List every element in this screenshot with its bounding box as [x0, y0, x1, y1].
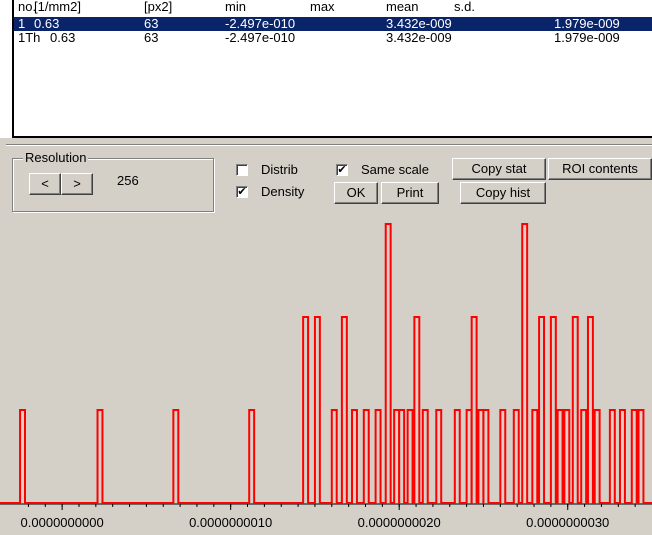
ok-button[interactable]: OK — [334, 182, 378, 204]
resolution-value: 256 — [117, 173, 139, 188]
stats-table[interactable]: no. [1/mm2] [px2] min max mean s.d. 1 0.… — [12, 0, 652, 138]
roi-contents-button[interactable]: ROI contents — [548, 158, 652, 180]
row-px2: 63 — [144, 30, 159, 45]
col-header-max: max — [310, 0, 335, 14]
x-tick-label: 0.0000000010 — [189, 515, 272, 530]
row-mean: 3.432e-009 — [386, 16, 452, 31]
controls-panel: Resolution < > 256 Distrib ✔ Density ✔ S… — [0, 138, 652, 218]
table-row[interactable]: 1Th 0.63 63 -2.497e-010 3.432e-009 1.979… — [14, 31, 652, 45]
row-px2: 63 — [144, 16, 159, 31]
x-tick-label: 0.0000000020 — [358, 515, 441, 530]
col-header-sd: s.d. — [454, 0, 475, 14]
col-header-px2: [px2] — [144, 0, 173, 14]
row-min: -2.497e-010 — [225, 16, 296, 31]
row-sd: 1.979e-009 — [554, 30, 620, 45]
resolution-next-button[interactable]: > — [61, 173, 93, 195]
copy-stat-button[interactable]: Copy stat — [452, 158, 546, 180]
x-axis-ticks: 0.0000000000 0.0000000010 0.0000000020 0.00… — [21, 504, 636, 530]
resolution-prev-button[interactable]: < — [29, 173, 61, 195]
resolution-group-title: Resolution — [23, 150, 89, 165]
copy-hist-button[interactable]: Copy hist — [460, 182, 546, 204]
row-per-mm2: 0.63 — [50, 30, 76, 45]
distrib-checkbox[interactable] — [236, 164, 248, 176]
density-checkbox[interactable]: ✔ — [236, 186, 248, 198]
x-tick-label: 0.0000000030 — [526, 515, 609, 530]
col-header-mean: mean — [386, 0, 419, 14]
histogram-chart: 0.0000000000 0.0000000010 0.0000000020 0.00… — [0, 223, 652, 530]
col-header-min: min — [225, 0, 246, 14]
print-button[interactable]: Print — [381, 182, 439, 204]
col-header-per-mm2: [1/mm2] — [34, 0, 81, 14]
row-no: 1 — [18, 16, 26, 31]
stats-header-row: no. [1/mm2] [px2] min max mean s.d. — [14, 0, 652, 14]
histogram-series — [0, 223, 652, 504]
row-per-mm2: 0.63 — [34, 16, 60, 31]
histogram-panel: 0.0000000000 0.0000000010 0.0000000020 0.00… — [0, 218, 652, 535]
x-tick-label: 0.0000000000 — [21, 515, 104, 530]
table-row-selected[interactable]: 1 0.63 63 -2.497e-010 3.432e-009 1.979e-… — [14, 17, 652, 31]
row-no: 1Th — [18, 30, 41, 45]
same-scale-checkbox[interactable]: ✔ — [336, 164, 348, 176]
row-min: -2.497e-010 — [225, 30, 296, 45]
row-mean: 3.432e-009 — [386, 30, 452, 45]
resolution-group: Resolution < > 256 — [12, 150, 214, 212]
density-label: Density — [261, 184, 305, 199]
same-scale-label: Same scale — [361, 162, 429, 177]
row-sd: 1.979e-009 — [554, 16, 620, 31]
distrib-label: Distrib — [261, 162, 298, 177]
